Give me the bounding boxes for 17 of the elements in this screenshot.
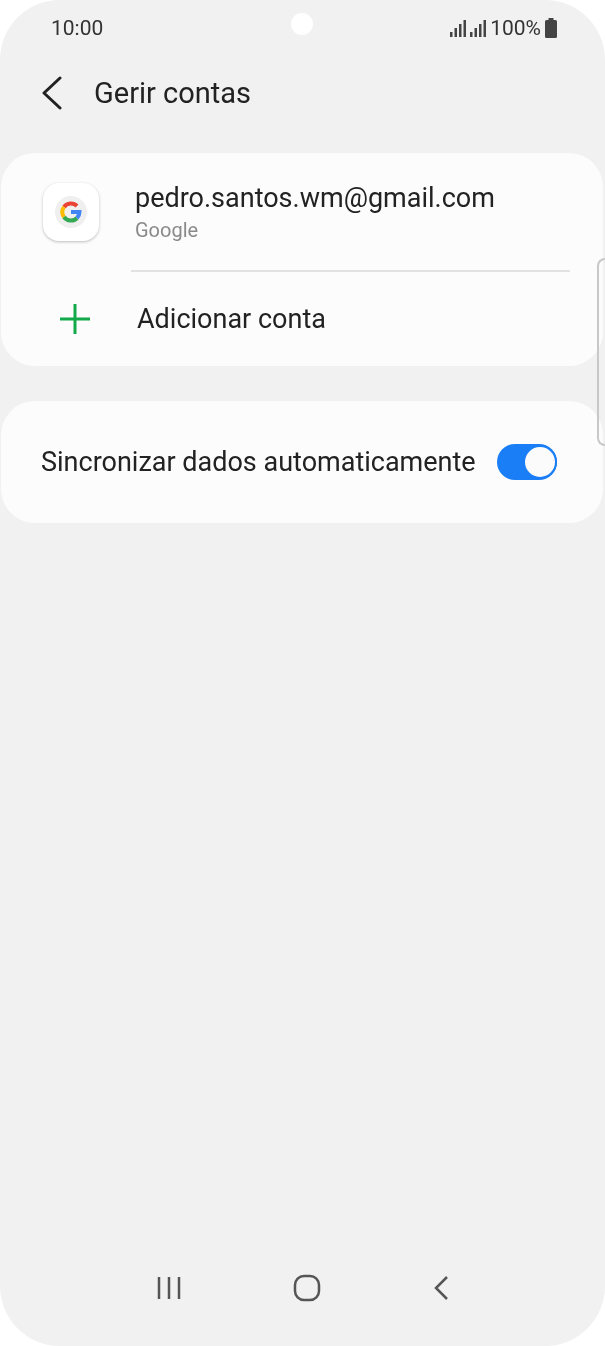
sync-label: Sincronizar dados automaticamente [41, 444, 477, 480]
account-email[interactable]: pedro.santos.wm@gmail.com [135, 181, 495, 214]
battery-icon [545, 18, 557, 38]
back-nav-icon[interactable] [433, 1275, 450, 1301]
battery-percent: 100% [490, 16, 541, 40]
add-account-button[interactable]: Adicionar conta [1, 272, 603, 366]
recent-apps-icon[interactable] [155, 1276, 182, 1300]
signal-icon [470, 19, 487, 37]
page-title: Gerir contas [94, 76, 251, 110]
signal-icon [450, 19, 467, 37]
back-icon[interactable] [40, 76, 64, 110]
account-provider: Google [135, 217, 200, 242]
status-time: 10:00 [51, 16, 104, 40]
sync-toggle[interactable] [497, 444, 557, 480]
home-icon[interactable] [293, 1274, 322, 1302]
plus-icon [58, 302, 92, 336]
account-logo-icon[interactable] [43, 182, 99, 241]
